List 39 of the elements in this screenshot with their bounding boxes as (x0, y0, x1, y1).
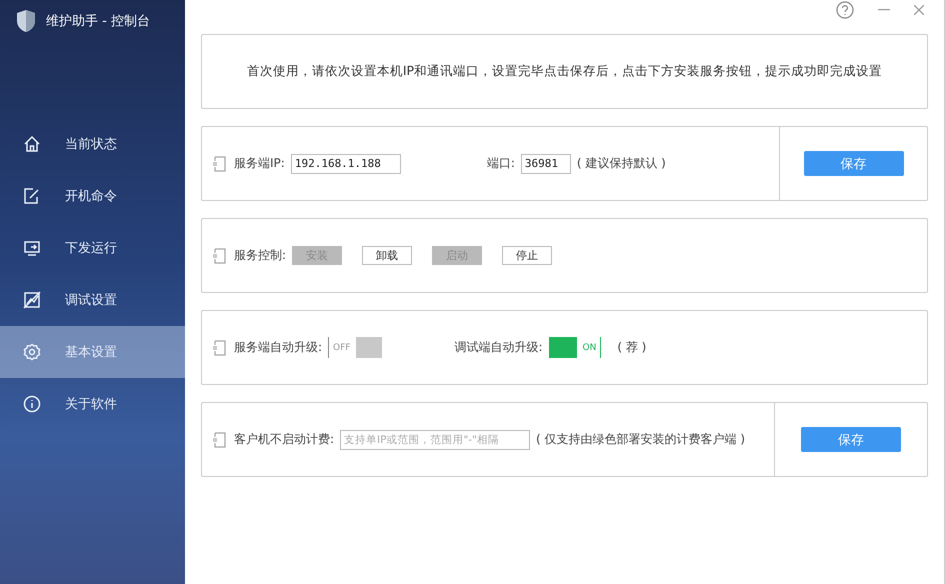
monitor-icon (23, 239, 41, 257)
port-label: 端口: (486, 155, 515, 172)
sidebar-item[interactable]: 关于软件 (0, 378, 185, 430)
sidebar-item[interactable]: 开机命令 (0, 170, 185, 222)
ip-label: 服务端IP: (234, 155, 285, 172)
service-control-label: 服务控制: (234, 247, 286, 264)
close-icon[interactable] (914, 5, 924, 15)
settings-icon (23, 343, 41, 361)
service-button[interactable]: 卸载 (362, 246, 412, 265)
chart-icon (23, 291, 41, 309)
shield-icon (16, 9, 36, 33)
server-ip-field[interactable]: 192.168.1.188 (290, 154, 401, 174)
toggle-label: 调试端自动升级: (454, 339, 543, 356)
home-icon (23, 135, 41, 153)
toggle-switch[interactable] (356, 337, 382, 358)
document-icon (212, 340, 226, 356)
minimize-icon[interactable] (878, 9, 890, 11)
instruction-text: 首次使用，请依次设置本机IP和通讯端口，设置完毕点击保存后，点击下方安装服务按钮，提示成功即完成设置 (246, 63, 882, 80)
recommend-note: ( 荐 ) (617, 339, 646, 356)
document-icon (212, 248, 226, 264)
port-field[interactable]: 36981 (520, 154, 571, 174)
help-icon[interactable] (836, 1, 854, 19)
billing-label: 客户机不启动计费: (234, 431, 334, 448)
document-icon (212, 156, 226, 172)
port-hint: ( 建议保持默认 ) (576, 155, 666, 172)
ip-range-field[interactable]: 支持单IP或范围，范围用"-"相隔 (340, 430, 530, 450)
edit-icon (23, 187, 41, 205)
billing-hint: ( 仅支持由绿色部署安装的计费客户端 ) (536, 431, 746, 448)
sidebar-item[interactable]: 调试设置 (0, 274, 185, 326)
window-title: 维护助手 - 控制台 (46, 13, 150, 30)
info-icon (23, 395, 41, 413)
toggle-switch[interactable] (548, 337, 577, 358)
toggle-state-text: OFF (333, 342, 350, 352)
toggle-state-text: ON (582, 342, 596, 352)
sidebar-item[interactable]: 当前状态 (0, 118, 185, 170)
document-icon (212, 432, 226, 448)
sidebar-item[interactable]: 下发运行 (0, 222, 185, 274)
service-button[interactable]: 停止 (502, 246, 552, 265)
toggle-label: 服务端自动升级: (234, 339, 322, 356)
